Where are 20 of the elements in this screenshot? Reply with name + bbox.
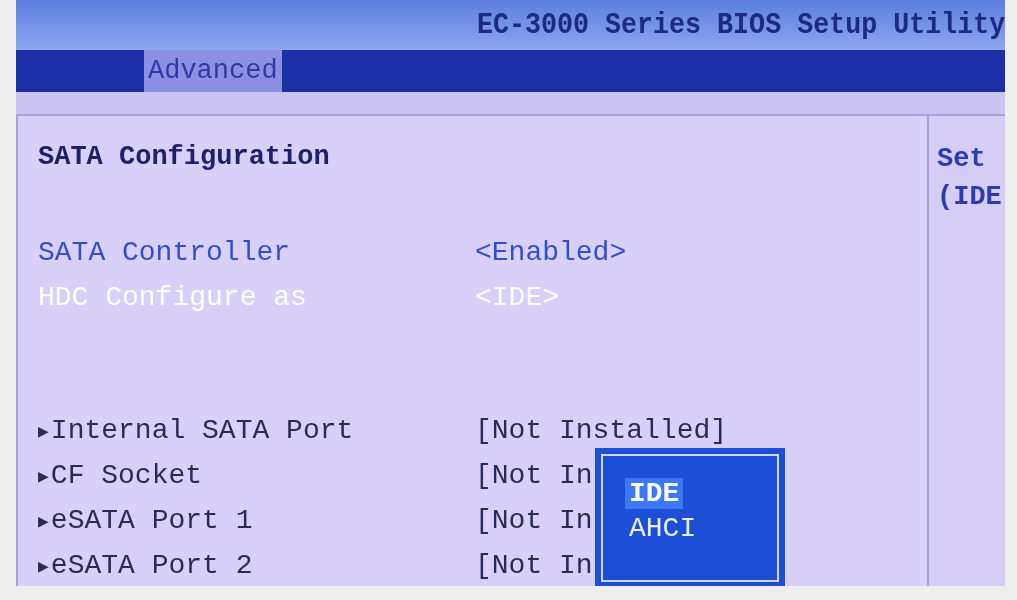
setting-value[interactable]: <Enabled> (475, 237, 627, 268)
submenu-arrow-icon: ▶ (38, 554, 49, 577)
popup-option[interactable]: IDE (625, 478, 684, 509)
section-title: SATA Configuration (38, 142, 331, 174)
submenu-arrow-icon: ▶ (38, 509, 49, 532)
setting-value[interactable]: [Not In (475, 505, 593, 536)
help-text: Set (937, 144, 987, 174)
submenu-arrow-icon: ▶ (38, 419, 49, 442)
setting-value[interactable]: [Not Installed] (475, 415, 728, 446)
setting-value[interactable]: [Not In (475, 460, 593, 491)
submenu-item[interactable]: ▶CF Socket (38, 460, 475, 491)
help-text: (IDE (937, 182, 1003, 212)
submenu-item[interactable]: ▶eSATA Port 2 (38, 550, 475, 581)
submenu-item[interactable]: ▶eSATA Port 1 (38, 505, 475, 536)
submenu-arrow-icon: ▶ (38, 464, 49, 487)
submenu-item[interactable]: ▶Internal SATA Port (38, 415, 475, 446)
setting-label[interactable]: SATA Controller (38, 237, 475, 268)
window-title: EC-3000 Series BIOS Setup Utility (476, 8, 1005, 42)
setting-value[interactable]: [Not In (475, 550, 593, 581)
popup-option[interactable]: AHCI (625, 513, 701, 544)
